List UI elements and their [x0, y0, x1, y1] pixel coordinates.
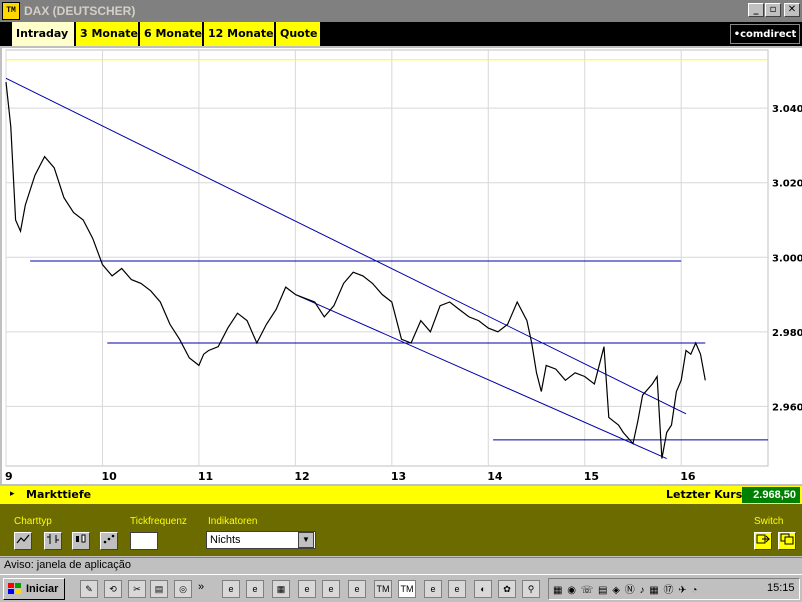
window-title: DAX (DEUTSCHER)	[24, 4, 136, 18]
task-icon-6[interactable]: e	[348, 580, 366, 598]
candle-chart-button[interactable]	[72, 532, 90, 550]
task-icon-2[interactable]: e	[246, 580, 264, 598]
x-tick-label: 11	[198, 470, 213, 483]
switch-forward-button[interactable]	[754, 532, 772, 550]
point-chart-button[interactable]	[100, 532, 118, 550]
chevron-down-icon[interactable]: ▼	[298, 532, 314, 548]
task-icon-7[interactable]: TM	[374, 580, 392, 598]
price-chart[interactable]: 9 10 11 12 13 14 15 16 3.040 3.020 3.000 2.980 2.960	[2, 48, 802, 484]
line-chart-button[interactable]	[14, 532, 32, 550]
x-tick-label: 12	[294, 470, 309, 483]
minimize-button[interactable]: _	[748, 3, 764, 17]
tab-12-monate[interactable]: 12 Monate	[204, 22, 274, 46]
markttiefe-label[interactable]: Markttiefe	[26, 488, 91, 501]
tab-6-monate[interactable]: 6 Monate	[140, 22, 202, 46]
task-icon-4[interactable]: e	[298, 580, 316, 598]
last-price-value: 2.968,50	[742, 487, 800, 503]
x-tick-label: 10	[101, 470, 117, 483]
tray-icons[interactable]: ▦ ◉ ☏ ▤ ◈ Ⓝ ♪ ▦ ⑰ ✈ ◔	[553, 581, 698, 596]
task-icon-10[interactable]: e	[448, 580, 466, 598]
system-tray: ▦ ◉ ☏ ▤ ◈ Ⓝ ♪ ▦ ⑰ ✈ ◔ 15:15	[548, 578, 800, 600]
status-text: Aviso: janela de aplicação	[4, 559, 131, 571]
quicklaunch-icon-3[interactable]: ✂	[128, 580, 146, 598]
quicklaunch-icon-4[interactable]: ▤	[150, 580, 168, 598]
tab-bar: Intraday 3 Monate 6 Monate 12 Monate Quo…	[0, 22, 802, 46]
switch-window-button[interactable]	[778, 532, 796, 550]
y-tick-label: 3.020	[772, 179, 802, 190]
taskbar: Iniciar ✎ ⟲ ✂ ▤ ◎ » e e ▦ e e e TM TM e …	[0, 574, 802, 602]
candle-chart-icon	[76, 534, 86, 543]
ohlc-chart-icon	[47, 534, 59, 544]
tab-quote[interactable]: Quote	[276, 22, 320, 46]
close-button[interactable]: ✕	[784, 3, 800, 17]
task-icon-13[interactable]: ⚲	[522, 580, 540, 598]
start-button[interactable]: Iniciar	[3, 578, 65, 600]
charttyp-label: Charttyp	[14, 516, 52, 527]
y-tick-label: 2.960	[772, 402, 802, 413]
comdirect-logo: •comdirect	[730, 24, 800, 44]
tab-intraday[interactable]: Intraday	[12, 22, 74, 46]
plot-frame	[5, 49, 769, 467]
task-icon-8-active[interactable]: TM	[398, 580, 416, 598]
x-tick-label: 9	[5, 470, 13, 483]
tab-3-monate[interactable]: 3 Monate	[76, 22, 138, 46]
trendline	[5, 77, 687, 415]
indikatoren-label: Indikatoren	[208, 516, 258, 527]
clock: 15:15	[767, 582, 795, 594]
tickfrequenz-label: Tickfrequenz	[130, 516, 187, 527]
expand-arrow-icon[interactable]: ▸	[10, 488, 15, 499]
price-series-line	[5, 82, 706, 459]
switch-window-icon	[780, 533, 794, 545]
y-tick-label: 2.980	[772, 328, 802, 339]
maximize-button[interactable]: ▫	[765, 3, 781, 17]
x-tick-label: 13	[391, 470, 406, 483]
ohlc-chart-button[interactable]	[44, 532, 62, 550]
start-label: Iniciar	[26, 583, 59, 595]
x-tick-label: 15	[584, 470, 599, 483]
indikatoren-value: Nichts	[210, 534, 241, 546]
y-tick-label: 3.000	[772, 253, 802, 264]
markttiefe-bar: ▸ Markttiefe Letzter Kurs 2.968,50	[0, 486, 802, 504]
task-icon-11[interactable]: ◐	[474, 580, 492, 598]
line-chart-icon	[16, 534, 30, 544]
task-icon-1[interactable]: e	[222, 580, 240, 598]
x-tick-label: 14	[487, 470, 503, 483]
status-bar: Aviso: janela de aplicação	[0, 557, 802, 573]
chart-svg: 9 10 11 12 13 14 15 16 3.040 3.020 3.000 2.980 2.960	[5, 49, 802, 483]
y-tick-label: 3.040	[772, 104, 802, 115]
x-tick-label: 16	[680, 470, 696, 483]
task-icon-5[interactable]: e	[322, 580, 340, 598]
quicklaunch-icon-1[interactable]: ✎	[80, 580, 98, 598]
tickfrequenz-input[interactable]	[130, 532, 158, 550]
task-icon-3[interactable]: ▦	[272, 580, 290, 598]
quicklaunch-icon-2[interactable]: ⟲	[104, 580, 122, 598]
switch-label: Switch	[754, 516, 784, 527]
switch-arrow-icon	[756, 534, 771, 544]
windows-logo-icon	[8, 583, 21, 594]
title-bar[interactable]: TM DAX (DEUTSCHER) _ ▫ ✕	[0, 0, 802, 22]
app-icon: TM	[2, 2, 20, 20]
last-price-label: Letzter Kurs	[666, 488, 743, 501]
control-panel	[0, 504, 802, 556]
chevron-right-icon[interactable]: »	[198, 581, 204, 593]
task-icon-12[interactable]: ✿	[498, 580, 516, 598]
point-chart-icon	[103, 534, 115, 544]
task-icon-9[interactable]: e	[424, 580, 442, 598]
quicklaunch-icon-5[interactable]: ◎	[174, 580, 192, 598]
